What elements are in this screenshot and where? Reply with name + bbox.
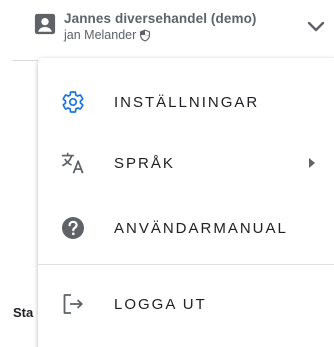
chevron-down-icon[interactable] [306, 20, 326, 34]
shield-icon [140, 29, 151, 41]
menu-item-label: LOGGA UT [114, 295, 207, 313]
menu-divider [38, 264, 334, 265]
menu-item-logout[interactable]: LOGGA UT [38, 275, 334, 333]
menu-item-user-manual[interactable]: ANVÄNDARMANUAL [38, 199, 334, 257]
account-menu: INSTÄLLNINGAR SPRÅK ANVÄNDARMANUAL LOGGA… [38, 58, 334, 347]
menu-item-label: ANVÄNDARMANUAL [114, 219, 288, 237]
account-user: jan Melander [64, 28, 137, 42]
menu-item-label: INSTÄLLNINGAR [114, 93, 260, 111]
menu-item-settings[interactable]: INSTÄLLNINGAR [38, 73, 334, 131]
background-partial-heading: Sta [13, 305, 34, 320]
menu-item-label: SPRÅK [114, 154, 175, 172]
account-box-icon [34, 13, 56, 35]
account-user-row: jan Melander [64, 28, 151, 42]
logout-icon [60, 291, 86, 317]
gear-icon [60, 89, 86, 115]
translate-icon [60, 150, 86, 176]
account-name: Jannes diversehandel (demo) [64, 11, 257, 26]
help-circle-icon [60, 215, 86, 241]
caret-right-icon [309, 158, 315, 168]
menu-item-language[interactable]: SPRÅK [38, 134, 334, 192]
page: Sta Jannes diversehandel (demo) jan Mela… [0, 0, 334, 347]
account-switcher[interactable]: Jannes diversehandel (demo) jan Melander [34, 10, 334, 46]
